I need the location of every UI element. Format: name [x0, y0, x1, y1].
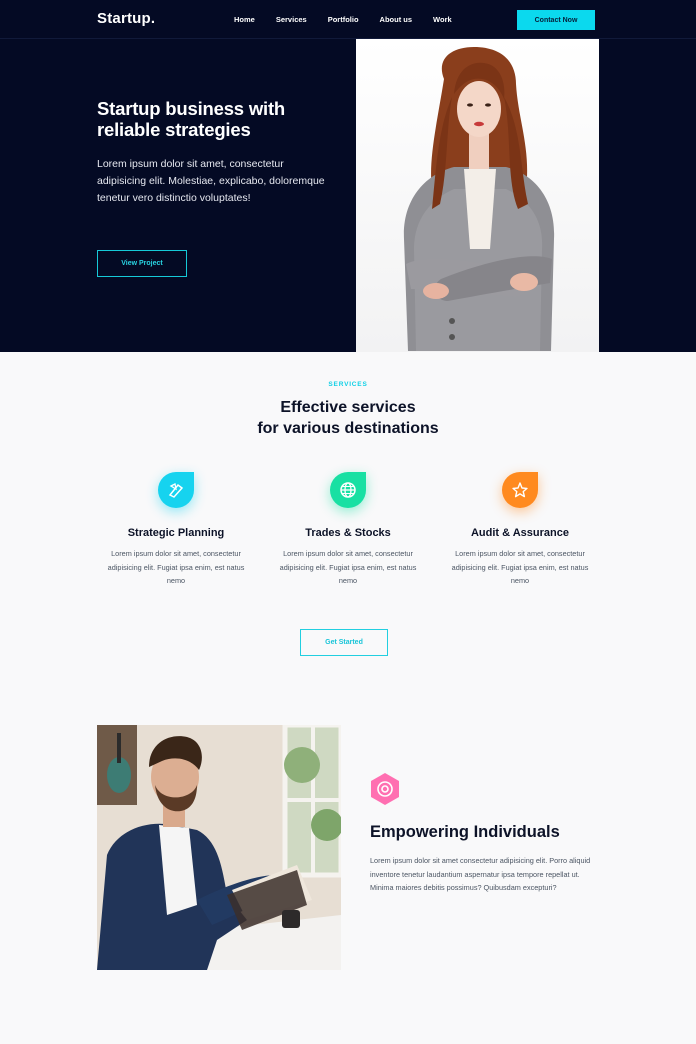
woman-illustration: [403, 47, 555, 351]
service-text: Lorem ipsum dolor sit amet, consectetur …: [451, 549, 589, 585]
hero-section: Startup business with reliable strategie…: [0, 39, 696, 352]
hero-text: Lorem ipsum dolor sit amet, consectetur …: [97, 158, 325, 204]
nav-link-portfolio[interactable]: Portfolio: [328, 15, 359, 24]
services-title-line2: for various destinations: [257, 420, 439, 437]
nav-link-about[interactable]: About us: [380, 15, 413, 24]
target-icon: [369, 772, 401, 806]
view-project-button[interactable]: View Project: [97, 250, 187, 277]
service-card-strategic-planning: Strategic Planning Lorem ipsum dolor sit…: [106, 472, 246, 588]
service-text: Lorem ipsum dolor sit amet, consectetur …: [279, 549, 417, 585]
globe-icon: [330, 472, 366, 508]
nav-link-services[interactable]: Services: [276, 15, 307, 24]
service-text: Lorem ipsum dolor sit amet, consectetur …: [107, 549, 245, 585]
nav-link-work[interactable]: Work: [433, 15, 452, 24]
services-title-line1: Effective services: [280, 399, 416, 416]
service-card-audit-assurance: Audit & Assurance Lorem ipsum dolor sit …: [450, 472, 590, 588]
service-title: Audit & Assurance: [470, 527, 569, 539]
service-title: Strategic Planning: [127, 527, 225, 539]
service-title: Trades & Stocks: [305, 527, 391, 539]
top-navbar: Startup. Home Services Portfolio About u…: [0, 0, 696, 39]
next-section-eyebrow-clipped: [298, 1039, 398, 1044]
man-illustration: [97, 725, 341, 970]
nav-links: Home Services Portfolio About us Work: [234, 15, 473, 24]
man-reading-photo: [97, 725, 341, 970]
nav-link-home[interactable]: Home: [234, 15, 255, 24]
wand-icon: [158, 472, 194, 508]
empower-text: Lorem ipsum dolor sit amet consectetur a…: [370, 856, 591, 892]
services-eyebrow: SERVICES: [328, 381, 368, 388]
hero-woman-photo: [356, 39, 599, 352]
star-icon: [502, 472, 538, 508]
contact-now-button[interactable]: Contact Now: [517, 10, 595, 30]
logo[interactable]: Startup.: [97, 10, 155, 27]
hero-title: Startup business with reliable strategie…: [97, 98, 286, 140]
get-started-button[interactable]: Get Started: [300, 629, 388, 656]
service-card-trades-stocks: Trades & Stocks Lorem ipsum dolor sit am…: [278, 472, 418, 588]
services-title: Effective services for various destinati…: [198, 397, 498, 439]
empower-title: Empowering Individuals: [370, 823, 560, 841]
